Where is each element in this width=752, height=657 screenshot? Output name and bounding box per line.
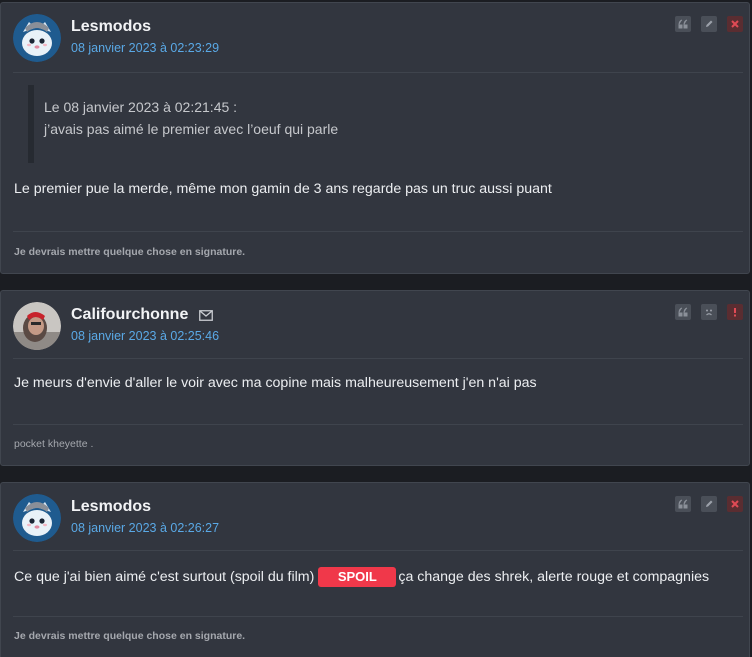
quote-icon[interactable] bbox=[675, 496, 691, 512]
author-name[interactable]: Califourchonne bbox=[71, 306, 188, 324]
divider bbox=[13, 231, 743, 232]
forum-post: Lesmodos 08 janvier 2023 à 02:23:29 Le 0… bbox=[0, 2, 750, 274]
avatar[interactable] bbox=[13, 494, 61, 542]
delete-icon[interactable] bbox=[727, 16, 743, 32]
mail-icon[interactable] bbox=[199, 310, 213, 321]
avatar[interactable] bbox=[13, 302, 61, 350]
signature: Je devrais mettre quelque chose en signa… bbox=[14, 630, 246, 642]
post-actions bbox=[675, 496, 743, 512]
post-actions bbox=[675, 304, 743, 320]
signature: Je devrais mettre quelque chose en signa… bbox=[14, 246, 246, 258]
spoil-button[interactable]: SPOIL bbox=[318, 567, 397, 587]
sad-face-icon[interactable] bbox=[701, 304, 717, 320]
post-message: Ce que j'ai bien aimé c'est surtout (spo… bbox=[14, 567, 709, 587]
message-text: Ce que j'ai bien aimé c'est surtout (spo… bbox=[14, 568, 315, 585]
post-date[interactable]: 08 janvier 2023 à 02:23:29 bbox=[71, 41, 219, 55]
divider bbox=[13, 550, 743, 551]
author-name[interactable]: Lesmodos bbox=[71, 498, 151, 516]
signature: pocket kheyette . bbox=[14, 438, 94, 450]
quote-text: j’avais pas aimé le premier avec l’oeuf … bbox=[44, 121, 339, 137]
divider bbox=[13, 424, 743, 425]
post-actions bbox=[675, 16, 743, 32]
report-icon[interactable] bbox=[727, 304, 743, 320]
message-text: ça change des shrek, alerte rouge et com… bbox=[398, 568, 710, 585]
post-message: Le premier pue la merde, même mon gamin … bbox=[14, 181, 552, 197]
quote-header: Le 08 janvier 2023 à 02:21:45 : bbox=[44, 99, 238, 115]
avatar[interactable] bbox=[13, 14, 61, 62]
post-date[interactable]: 08 janvier 2023 à 02:25:46 bbox=[71, 329, 219, 343]
quote-icon[interactable] bbox=[675, 16, 691, 32]
forum-post: Califourchonne 08 janvier 2023 à 02:25:4… bbox=[0, 290, 750, 466]
author-name[interactable]: Lesmodos bbox=[71, 18, 151, 36]
divider bbox=[13, 72, 743, 73]
divider bbox=[13, 358, 743, 359]
post-message: Je meurs d'envie d'aller le voir avec ma… bbox=[14, 375, 537, 391]
forum-post: Lesmodos 08 janvier 2023 à 02:26:27 Ce q… bbox=[0, 482, 750, 657]
quote-icon[interactable] bbox=[675, 304, 691, 320]
post-date[interactable]: 08 janvier 2023 à 02:26:27 bbox=[71, 521, 219, 535]
edit-icon[interactable] bbox=[701, 496, 717, 512]
divider bbox=[13, 616, 743, 617]
edit-icon[interactable] bbox=[701, 16, 717, 32]
quote-block: Le 08 janvier 2023 à 02:21:45 : j’avais … bbox=[28, 85, 428, 163]
delete-icon[interactable] bbox=[727, 496, 743, 512]
